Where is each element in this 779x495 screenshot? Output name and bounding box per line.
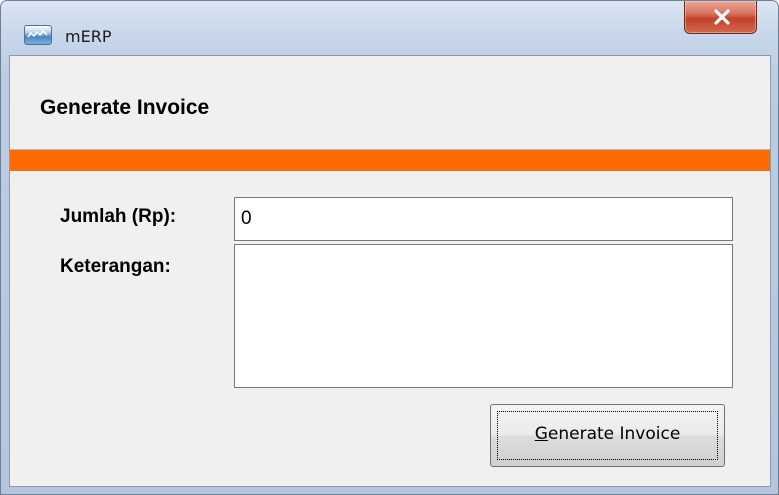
generate-invoice-label: Generate Invoice xyxy=(491,424,724,444)
title-bar[interactable]: mERP xyxy=(1,1,778,46)
generate-invoice-button[interactable]: Generate Invoice xyxy=(490,404,725,467)
label-rest: enerate Invoice xyxy=(547,424,681,444)
mnemonic-letter: G xyxy=(534,424,548,444)
accent-bar xyxy=(10,149,770,171)
description-label: Keterangan: xyxy=(60,256,171,277)
description-textarea[interactable] xyxy=(234,244,733,388)
app-window: mERP Generate Invoice Jumlah (Rp): Keter… xyxy=(0,0,779,495)
window-title: mERP xyxy=(65,27,112,46)
app-icon xyxy=(24,25,52,45)
header-panel: Generate Invoice xyxy=(10,56,770,149)
amount-label: Jumlah (Rp): xyxy=(60,206,177,227)
page-title: Generate Invoice xyxy=(40,96,210,119)
close-icon xyxy=(714,9,730,25)
client-area: Generate Invoice Jumlah (Rp): Keterangan… xyxy=(9,55,771,487)
close-button[interactable] xyxy=(684,1,757,34)
amount-input[interactable] xyxy=(234,197,733,241)
